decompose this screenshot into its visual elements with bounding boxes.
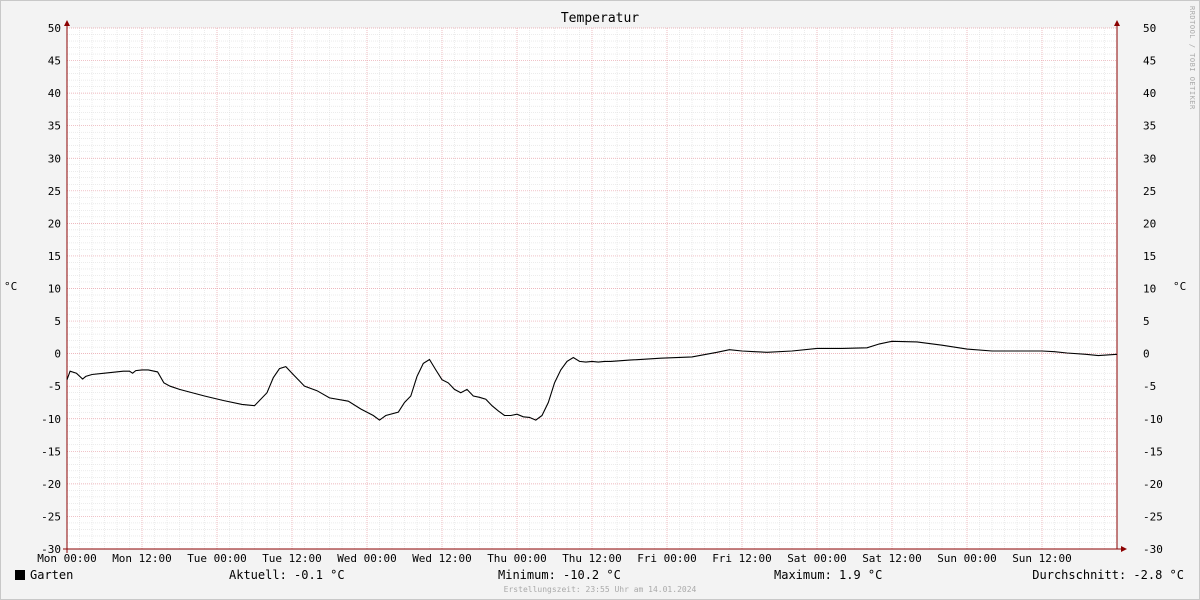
x-tick-label: Tue 00:00: [187, 552, 247, 565]
y-tick-label-right: -15: [1143, 445, 1163, 458]
legend-swatch: [15, 570, 25, 580]
x-tick-label: Wed 00:00: [337, 552, 397, 565]
y-tick-label-right: -25: [1143, 510, 1163, 523]
y-tick-label-left: -20: [41, 478, 61, 491]
legend-series: Garten: [15, 568, 73, 582]
y-axis-right-ticks: -30-25-20-15-10-505101520253035404550: [1143, 22, 1163, 556]
y-tick-label-right: -5: [1143, 380, 1156, 393]
y-tick-label-right: 45: [1143, 55, 1156, 68]
y-tick-label-left: 15: [48, 250, 61, 263]
y-tick-label-left: 20: [48, 217, 61, 230]
x-tick-label: Sat 12:00: [862, 552, 922, 565]
y-tick-label-right: -30: [1143, 543, 1163, 556]
x-axis-ticks: Mon 00:00 Mon 12:00 Tue 00:00 Tue 12:00 Wed …: [37, 552, 1072, 565]
y-tick-label-left: 25: [48, 185, 61, 198]
y-tick-label-left: -15: [41, 445, 61, 458]
x-tick-label: Wed 12:00: [412, 552, 472, 565]
y-tick-label-right: 5: [1143, 315, 1150, 328]
y-tick-label-left: 30: [48, 152, 61, 165]
y-tick-label-right: 15: [1143, 250, 1156, 263]
x-tick-label: Sun 12:00: [1012, 552, 1072, 565]
x-tick-label: Thu 00:00: [487, 552, 547, 565]
legend-minimum: Minimum: -10.2 °C: [498, 568, 621, 582]
y-tick-label-left: -25: [41, 510, 61, 523]
x-tick-label: Fri 12:00: [712, 552, 772, 565]
y-tick-label-left: 40: [48, 87, 61, 100]
y-tick-label-left: 10: [48, 283, 61, 296]
x-tick-label: Fri 00:00: [637, 552, 697, 565]
y-tick-label-right: 30: [1143, 152, 1156, 165]
chart-title: Temperatur: [560, 11, 640, 26]
legend-series-name: Garten: [30, 568, 74, 582]
y-tick-label-left: 45: [48, 55, 61, 68]
y-tick-label-right: -10: [1143, 413, 1163, 426]
y-tick-label-right: -20: [1143, 478, 1163, 491]
y-tick-label-left: -10: [41, 413, 61, 426]
chart-svg: -30-25-20-15-10-505101520253035404550 -3…: [37, 20, 1163, 565]
y-tick-label-right: 0: [1143, 348, 1150, 361]
y-tick-label-right: 25: [1143, 185, 1156, 198]
x-tick-label: Sun 00:00: [937, 552, 997, 565]
y-axis-label-left: °C: [4, 280, 18, 293]
y-tick-label-right: 10: [1143, 283, 1156, 296]
legend-current: Aktuell: -0.1 °C: [229, 568, 345, 582]
x-tick-label: Mon 12:00: [112, 552, 172, 565]
y-axis-label-right: °C: [1173, 280, 1187, 293]
y-tick-label-right: 40: [1143, 87, 1156, 100]
x-tick-label: Thu 12:00: [562, 552, 622, 565]
x-tick-label: Mon 00:00: [37, 552, 97, 565]
y-axis-left-ticks: -30-25-20-15-10-505101520253035404550: [41, 22, 61, 556]
y-tick-label-left: 5: [54, 315, 61, 328]
legend-average: Durchschnitt: -2.8 °C: [1032, 568, 1184, 582]
creation-time: Erstellungszeit: 23:55 Uhr am 14.01.2024: [503, 585, 697, 594]
y-tick-label-right: 20: [1143, 217, 1156, 230]
y-tick-label-left: 0: [54, 348, 61, 361]
y-tick-label-left: 35: [48, 120, 61, 133]
y-tick-label-left: -5: [48, 380, 61, 393]
rrdtool-watermark: RRDTOOL / TOBI OETIKER: [1188, 6, 1196, 110]
legend-maximum: Maximum: 1.9 °C: [774, 568, 883, 582]
y-tick-label-right: 35: [1143, 120, 1156, 133]
x-tick-label: Sat 00:00: [787, 552, 847, 565]
x-axis-arrow: [1121, 546, 1127, 552]
x-tick-label: Tue 12:00: [262, 552, 322, 565]
